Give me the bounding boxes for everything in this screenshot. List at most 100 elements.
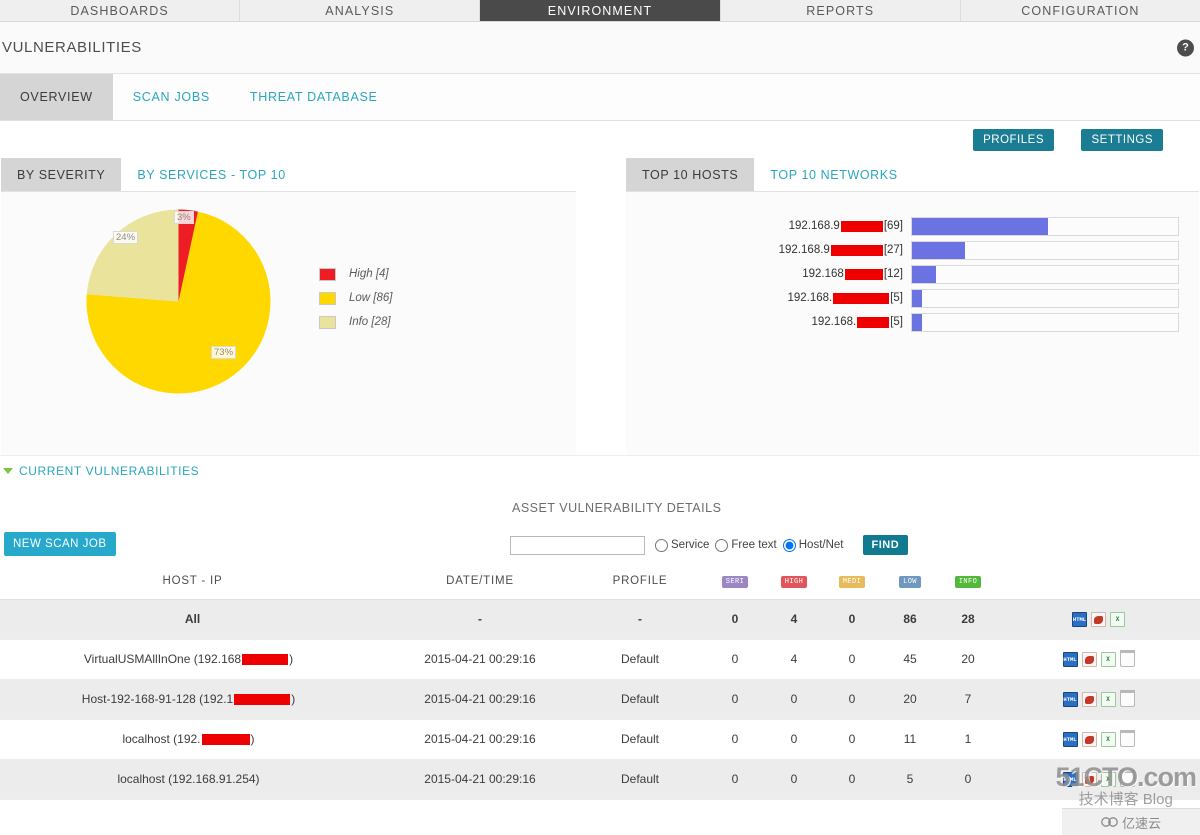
table-row[interactable]: All - -0 4 0 86 28 HTML X [0, 599, 1200, 640]
column-header-high[interactable]: HIGH [765, 563, 823, 600]
profiles-button[interactable]: PROFILES [973, 129, 1054, 151]
cell-info: 0 [939, 759, 997, 800]
export-excel-icon[interactable]: X [1110, 611, 1125, 627]
redaction-box [242, 654, 289, 666]
current-vulnerabilities-toggle[interactable]: CURRENT VULNERABILITIES [0, 455, 1200, 485]
nav-item-reports[interactable]: REPORTS [720, 0, 961, 21]
radio-service[interactable] [655, 538, 668, 552]
legend-label-low: Low [86] [349, 292, 393, 304]
table-row[interactable]: localhost (192.) 2015-04-21 00:29:16 Defau… [0, 719, 1200, 760]
tab-by-severity[interactable]: BY SEVERITY [1, 158, 122, 191]
column-header-serious[interactable]: SERI [705, 563, 765, 600]
export-excel-icon[interactable]: X [1100, 691, 1116, 707]
export-html-icon[interactable]: HTML [1062, 771, 1078, 787]
pie-slice-info[interactable] [86, 209, 179, 302]
nav-item-configuration[interactable]: CONFIGURATION [960, 0, 1200, 21]
nav-item-analysis[interactable]: ANALYSIS [240, 0, 481, 21]
column-header-medium[interactable]: MEDI [823, 563, 881, 600]
bar-fill[interactable] [912, 289, 922, 307]
cell-profile: Default [575, 639, 705, 680]
bar-fill[interactable] [912, 217, 1048, 235]
table-row[interactable]: Host-192-168-91-128 (192.1) 2015-04-21 00… [0, 679, 1200, 720]
host-name: VirtualUSMAllInOne (192.168 [83, 652, 242, 666]
export-html-icon[interactable]: HTML [1062, 731, 1078, 747]
tab-top-10-hosts[interactable]: TOP 10 HOSTS [626, 158, 755, 191]
export-excel-icon[interactable]: X [1100, 651, 1116, 667]
settings-button[interactable]: SETTINGS [1081, 129, 1163, 151]
bar-fill[interactable] [912, 241, 966, 259]
cell-high: 4 [765, 639, 823, 680]
delete-icon[interactable] [1119, 649, 1135, 667]
bar-fill[interactable] [912, 313, 922, 331]
cell-datetime: 2015-04-21 00:29:16 [385, 759, 575, 800]
cell-info: 1 [939, 719, 997, 760]
tab-threat-database[interactable]: THREAT DATABASE [230, 74, 398, 120]
search-input[interactable] [510, 535, 645, 555]
cell-host-ip: All [0, 599, 385, 640]
pie-label-info: 24% [113, 231, 139, 244]
nav-item-environment[interactable]: ENVIRONMENT [480, 0, 721, 31]
tab-by-services-top10[interactable]: BY SERVICES - TOP 10 [121, 158, 301, 191]
new-scan-job-label: NEW SCAN JOB [13, 538, 107, 550]
radio-free-text[interactable] [715, 538, 729, 552]
export-pdf-icon[interactable] [1091, 611, 1106, 627]
delete-icon[interactable] [1119, 769, 1135, 787]
cell-profile: Default [575, 679, 705, 720]
legend-swatch-high [319, 267, 336, 281]
legend-item-info: Info [28] [319, 310, 392, 334]
radio-label-free-text: Free text [731, 539, 777, 551]
export-excel-icon[interactable]: X [1100, 771, 1116, 787]
bar-label-count: [69] [883, 220, 903, 232]
table-header-row: HOST - IP DATE/TIME PROFILE SERI HIGH ME… [0, 563, 1200, 600]
nav-item-dashboards[interactable]: DASHBOARDS [0, 0, 241, 21]
page-title-bar: VULNERABILITIES ? [0, 22, 1200, 74]
legend-swatch-low [319, 291, 336, 305]
export-pdf-icon[interactable] [1081, 771, 1097, 787]
table-row[interactable]: localhost (192.168.91.254) 2015-04-21 00:… [0, 759, 1200, 800]
radio-option-service[interactable]: Service [655, 538, 709, 552]
bar-row: 192.168. [5] [626, 310, 1199, 334]
radio-host-net[interactable] [782, 538, 796, 552]
tab-label: SCAN JOBS [132, 90, 210, 104]
bar-label-count: [12] [883, 268, 903, 280]
cell-medium: 0 [823, 639, 881, 680]
host-name: localhost (192. [122, 732, 201, 746]
export-excel-icon[interactable]: X [1100, 731, 1116, 747]
radio-option-host-net[interactable]: Host/Net [782, 538, 844, 552]
export-pdf-icon[interactable] [1081, 651, 1097, 667]
column-header-info[interactable]: INFO [939, 563, 997, 600]
export-pdf-icon[interactable] [1081, 691, 1097, 707]
tab-top-10-networks[interactable]: TOP 10 NETWORKS [754, 158, 913, 191]
delete-icon[interactable] [1119, 689, 1135, 707]
export-html-icon[interactable]: HTML [1062, 651, 1078, 667]
bar-row: 192.168.9 [69] [626, 214, 1199, 238]
cell-host-ip: localhost (192.) [0, 719, 385, 760]
table-row[interactable]: VirtualUSMAllInOne (192.168) 2015-04-21 0… [0, 639, 1200, 680]
cell-medium: 0 [823, 759, 881, 800]
cell-serious: 0 [705, 719, 765, 760]
column-header-datetime[interactable]: DATE/TIME [385, 563, 575, 600]
find-button[interactable]: FIND [862, 535, 909, 555]
column-header-host-ip[interactable]: HOST - IP [0, 563, 385, 600]
radio-option-free-text[interactable]: Free text [715, 538, 777, 552]
badge-info: INFO [954, 575, 982, 588]
column-header-profile[interactable]: PROFILE [575, 563, 705, 600]
bar-fill[interactable] [912, 265, 936, 283]
redaction-box [857, 316, 890, 328]
help-icon[interactable]: ? [1177, 39, 1194, 56]
cell-actions: HTML X [997, 599, 1200, 640]
find-label: FIND [871, 539, 900, 551]
bar-row: 192.168. [5] [626, 286, 1199, 310]
cell-serious: 0 [705, 759, 765, 800]
host-name: Host-192-168-91-128 (192.1 [81, 692, 234, 706]
export-html-icon[interactable]: HTML [1072, 611, 1087, 627]
cell-medium: 0 [823, 679, 881, 720]
tab-scan-jobs[interactable]: SCAN JOBS [113, 74, 230, 120]
column-header-low[interactable]: LOW [881, 563, 939, 600]
badge-medi: MEDI [838, 575, 866, 588]
new-scan-job-button[interactable]: NEW SCAN JOB [4, 532, 116, 556]
export-pdf-icon[interactable] [1081, 731, 1097, 747]
export-html-icon[interactable]: HTML [1062, 691, 1078, 707]
tab-overview[interactable]: OVERVIEW [0, 74, 113, 120]
delete-icon[interactable] [1119, 729, 1135, 747]
